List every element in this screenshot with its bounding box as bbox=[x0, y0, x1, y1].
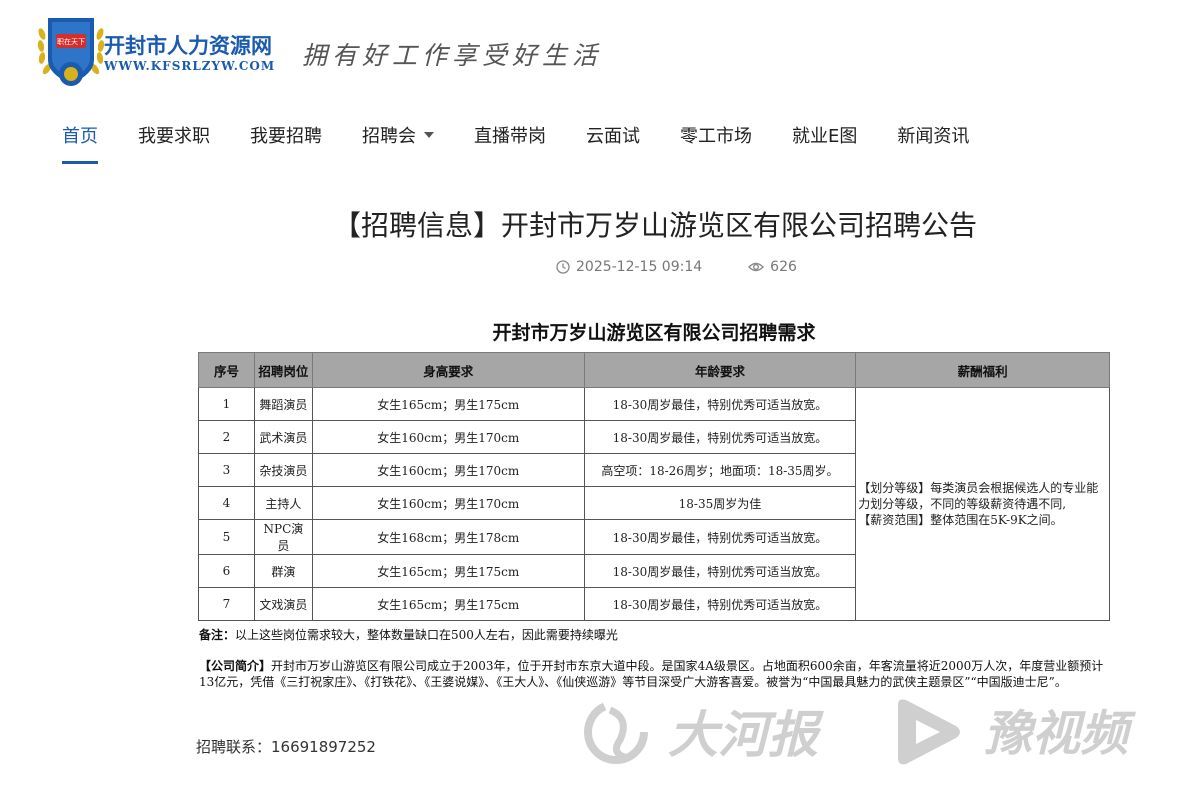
company-intro: 【公司简介】开封市万岁山游览区有限公司成立于2003年，位于开封市东京大道中段。… bbox=[199, 659, 1104, 689]
col-header-age: 年龄要求 bbox=[583, 352, 857, 388]
dahebao-watermark: 大河报 bbox=[584, 700, 824, 764]
article-meta: 2025-12-15 09:14 626 bbox=[556, 259, 797, 275]
nav-item-cloud-interview[interactable]: 云面试 bbox=[586, 124, 640, 164]
site-name[interactable]: 开封市人力资源网 bbox=[104, 30, 272, 60]
svg-text:豫视频: 豫视频 bbox=[984, 706, 1136, 762]
col-header-benefits: 薪酬福利 bbox=[855, 352, 1110, 388]
clock-icon bbox=[556, 260, 570, 274]
chevron-down-icon bbox=[424, 132, 434, 138]
site-url: WWW.KFSRLZYW.COM bbox=[104, 59, 276, 73]
main-nav: 首页 我要求职 我要招聘 招聘会 直播带岗 云面试 零工市场 就业E图 新闻资讯 bbox=[62, 124, 1009, 166]
view-count: 626 bbox=[770, 259, 797, 275]
table-header-row: 序号 招聘岗位 身高要求 年龄要求 薪酬福利 bbox=[198, 352, 1110, 388]
svg-text:大河报: 大河报 bbox=[668, 705, 824, 764]
table-row: 1 舞蹈演员 女生165cm；男生175cm 18-30周岁最佳，特别优秀可适当… bbox=[198, 387, 1110, 621]
nav-item-emap[interactable]: 就业E图 bbox=[792, 124, 857, 164]
publish-datetime: 2025-12-15 09:14 bbox=[576, 259, 703, 275]
nav-item-recruit[interactable]: 我要招聘 bbox=[250, 124, 322, 164]
nav-item-job-fair[interactable]: 招聘会 bbox=[362, 124, 434, 164]
yushipin-watermark: 豫视频 bbox=[898, 699, 1136, 765]
nav-item-news[interactable]: 新闻资讯 bbox=[897, 124, 969, 164]
site-logo[interactable]: 职在天下 bbox=[36, 12, 106, 90]
col-header-height: 身高要求 bbox=[311, 352, 585, 388]
svg-text:职在天下: 职在天下 bbox=[57, 37, 85, 46]
nav-item-gig-market[interactable]: 零工市场 bbox=[680, 124, 752, 164]
nav-item-home[interactable]: 首页 bbox=[62, 124, 98, 164]
table-title: 开封市万岁山游览区有限公司招聘需求 bbox=[492, 322, 816, 344]
col-header-no: 序号 bbox=[198, 352, 255, 388]
site-slogan: 拥有好工作享受好生活 bbox=[302, 41, 603, 70]
eye-icon bbox=[748, 262, 765, 272]
recruit-contact: 招聘联系：16691897252 bbox=[196, 738, 376, 756]
nav-item-job-seek[interactable]: 我要求职 bbox=[138, 124, 210, 164]
logo-emblem-icon: 职在天下 bbox=[37, 18, 105, 86]
col-header-position: 招聘岗位 bbox=[253, 352, 313, 388]
page-title: 【招聘信息】开封市万岁山游览区有限公司招聘公告 bbox=[332, 209, 977, 242]
nav-item-live[interactable]: 直播带岗 bbox=[474, 124, 546, 164]
benefits-cell: 【划分等级】每类演员会根据候选人的专业能力划分等级，不同的等级薪资待遇不同, 【薪… bbox=[855, 387, 1110, 621]
recruitment-table: 序号 招聘岗位 身高要求 年龄要求 薪酬福利 1 舞蹈演员 女生165cm；男生… bbox=[198, 352, 1110, 621]
remark: 备注：以上这些岗位需求较大，整体数量缺口在500人左右，因此需要持续曝光 bbox=[199, 628, 618, 642]
